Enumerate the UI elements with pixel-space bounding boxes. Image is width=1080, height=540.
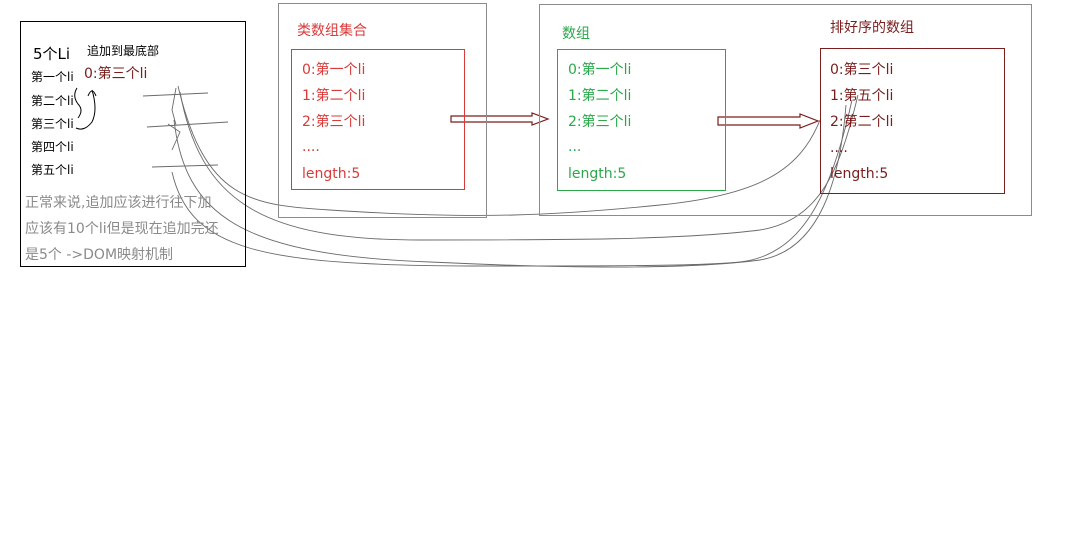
note-line: 是5个 ->DOM映射机制 <box>25 247 174 263</box>
list-item: 第一个li <box>31 70 74 84</box>
array-like-item: 2:第三个li <box>302 114 366 130</box>
list-item: 第三个li <box>31 117 74 131</box>
array-like-item: .... <box>302 139 320 155</box>
left-panel-title: 5个Li <box>33 45 71 63</box>
array-item: 1:第二个li <box>568 88 632 104</box>
array-item: 0:第一个li <box>568 62 632 78</box>
array-title: 数组 <box>562 26 590 42</box>
sorted-array-item: length:5 <box>830 166 889 182</box>
list-item: 第二个li <box>31 94 74 108</box>
array-item: ... <box>568 139 582 155</box>
note-line: 应该有10个li但是现在追加完还 <box>25 221 219 237</box>
list-item: 第四个li <box>31 140 74 154</box>
array-like-item: 1:第二个li <box>302 88 366 104</box>
sorted-array-item: 0:第三个li <box>830 62 894 78</box>
array-like-item: length:5 <box>302 166 361 182</box>
array-like-item: 0:第一个li <box>302 62 366 78</box>
array-item: length:5 <box>568 166 627 182</box>
array-item: 2:第三个li <box>568 114 632 130</box>
sorted-array-title: 排好序的数组 <box>830 20 914 36</box>
sorted-array-item: 2:第二个li <box>830 114 894 130</box>
array-like-title: 类数组集合 <box>297 23 367 39</box>
append-label: 追加到最底部 <box>87 44 160 58</box>
sorted-array-item: 1:第五个li <box>830 88 894 104</box>
sorted-array-item: .... <box>830 140 848 156</box>
note-line: 正常来说,追加应该进行往下加 <box>25 195 212 211</box>
appended-item: 0:第三个li <box>84 66 148 82</box>
list-item: 第五个li <box>31 163 74 177</box>
